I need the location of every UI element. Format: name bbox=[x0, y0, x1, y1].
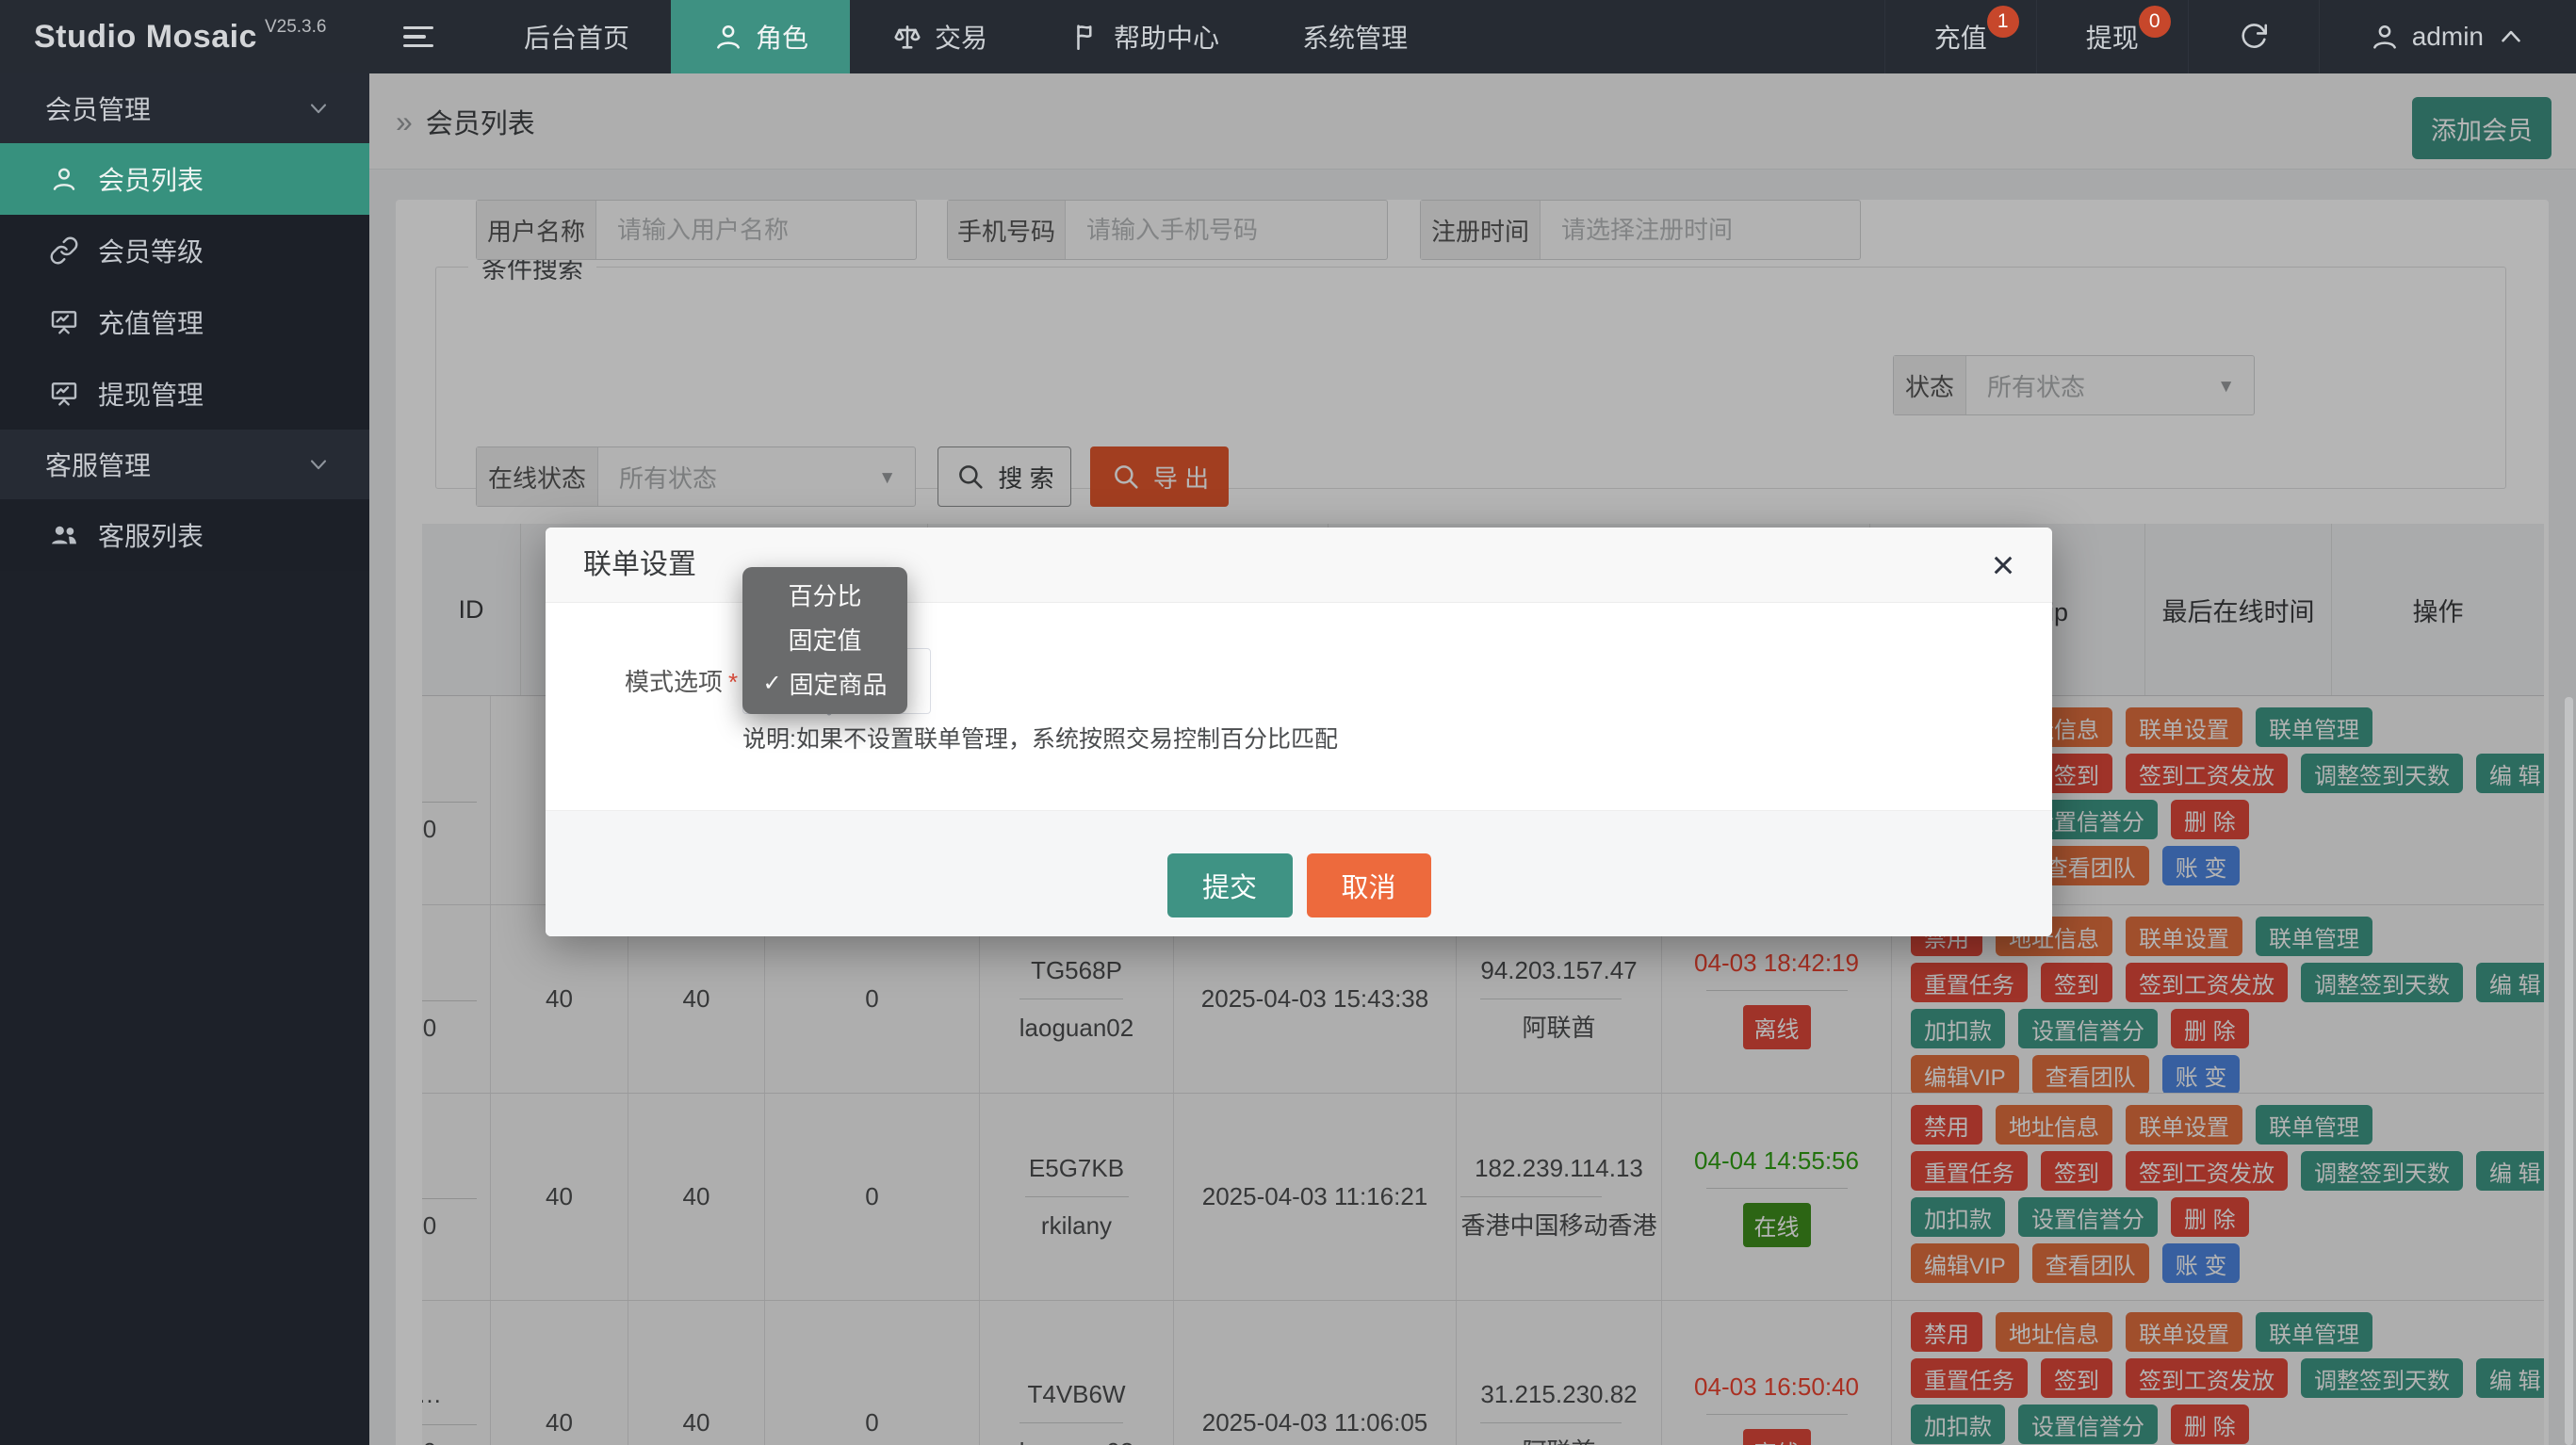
mode-option-label: 固定值 bbox=[788, 622, 861, 657]
sidebar-item-label: 会员等级 bbox=[98, 232, 204, 269]
sidebar-item-会员列表[interactable]: 会员列表 bbox=[0, 143, 369, 215]
nav-item-3[interactable]: 帮助中心 bbox=[1029, 0, 1261, 73]
withdraw-nav-item[interactable]: 提现 0 bbox=[2036, 0, 2188, 73]
withdraw-label: 提现 bbox=[2086, 18, 2139, 56]
user-icon bbox=[2369, 21, 2401, 53]
app-version: V25.3.6 bbox=[265, 17, 327, 38]
refresh-button[interactable] bbox=[2188, 0, 2319, 73]
top-nav-menu: 后台首页 角色 交易 帮助中心 系统管理 bbox=[482, 0, 1449, 73]
cancel-button[interactable]: 取消 bbox=[1307, 853, 1431, 917]
board-icon bbox=[49, 379, 79, 409]
chevron-down-icon bbox=[305, 451, 332, 478]
nav-item-label: 交易 bbox=[935, 18, 987, 56]
chevron-up-icon bbox=[2495, 21, 2527, 53]
vertical-scrollbar[interactable] bbox=[2565, 697, 2573, 1445]
nav-item-label: 后台首页 bbox=[524, 18, 629, 56]
scale-icon bbox=[891, 21, 923, 53]
nav-item-4[interactable]: 系统管理 bbox=[1261, 0, 1449, 73]
menu-toggle-icon[interactable] bbox=[403, 21, 441, 53]
user-icon bbox=[712, 21, 744, 53]
link-icon bbox=[49, 235, 79, 266]
top-nav-right: 充值 1 提现 0 admin bbox=[1884, 0, 2576, 73]
admin-user-menu[interactable]: admin bbox=[2319, 0, 2576, 73]
modal-body: 模式选项* 百分比固定值✓固定商品 说明:如果不设置联单管理，系统按照交易控制百… bbox=[546, 603, 2052, 810]
user-icon bbox=[49, 164, 79, 194]
sidebar-group-label: 会员管理 bbox=[45, 89, 305, 127]
sidebar-item-提现管理[interactable]: 提现管理 bbox=[0, 358, 369, 430]
mode-option-百分比[interactable]: 百分比 bbox=[742, 573, 907, 617]
flag-icon bbox=[1070, 21, 1102, 53]
modal-footer: 提交 取消 bbox=[546, 810, 2052, 936]
sidebar-item-客服列表[interactable]: 客服列表 bbox=[0, 499, 369, 571]
sidebar-item-label: 会员列表 bbox=[98, 160, 204, 198]
app-screen: Studio Mosaic V25.3.6 后台首页 角色 交易 帮助中心 系统管理 充… bbox=[0, 0, 2576, 1445]
recharge-badge: 1 bbox=[1987, 6, 2019, 38]
submit-button[interactable]: 提交 bbox=[1167, 853, 1293, 917]
nav-item-1[interactable]: 角色 bbox=[671, 0, 850, 73]
users-icon bbox=[49, 520, 79, 550]
app-name: Studio Mosaic bbox=[34, 19, 257, 56]
modal-note: 说明:如果不设置联单管理，系统按照交易控制百分比匹配 bbox=[742, 721, 1338, 755]
board-icon bbox=[49, 307, 79, 337]
mode-option-menu: 百分比固定值 ✓ 固定商品 bbox=[742, 567, 907, 714]
app-logo: Studio Mosaic V25.3.6 bbox=[34, 0, 326, 73]
mode-option-label: 百分比 bbox=[788, 577, 861, 612]
withdraw-badge: 0 bbox=[2139, 6, 2171, 38]
recharge-label: 充值 bbox=[1934, 18, 1987, 56]
sidebar-item-label: 提现管理 bbox=[98, 375, 204, 413]
sidebar-group-1[interactable]: 客服管理 bbox=[0, 430, 369, 499]
sidebar-item-label: 充值管理 bbox=[98, 303, 204, 341]
chevron-down-icon bbox=[305, 95, 332, 122]
check-icon: ✓ bbox=[762, 670, 781, 697]
nav-item-0[interactable]: 后台首页 bbox=[482, 0, 671, 73]
sidebar-item-会员等级[interactable]: 会员等级 bbox=[0, 215, 369, 286]
mode-option-固定商品[interactable]: ✓ 固定商品 bbox=[742, 661, 907, 706]
sidebar-group-label: 客服管理 bbox=[45, 446, 305, 483]
sidebar-group-0[interactable]: 会员管理 bbox=[0, 73, 369, 143]
nav-item-2[interactable]: 交易 bbox=[850, 0, 1029, 73]
mode-option-固定值[interactable]: 固定值 bbox=[742, 617, 907, 661]
mode-option-label: 模式选项* bbox=[625, 663, 738, 698]
sidebar: 会员管理会员列表会员等级充值管理提现管理客服管理客服列表 bbox=[0, 73, 369, 1445]
modal-title: 联单设置 bbox=[583, 528, 696, 603]
mode-option-label: 固定商品 bbox=[790, 666, 888, 701]
recharge-nav-item[interactable]: 充值 1 bbox=[1884, 0, 2036, 73]
close-icon[interactable]: × bbox=[1979, 541, 2028, 590]
nav-item-label: 系统管理 bbox=[1302, 18, 1408, 56]
refresh-icon bbox=[2238, 21, 2270, 53]
nav-item-label: 角色 bbox=[756, 18, 808, 56]
nav-item-label: 帮助中心 bbox=[1114, 18, 1219, 56]
admin-username: admin bbox=[2412, 22, 2484, 52]
sidebar-item-label: 客服列表 bbox=[98, 516, 204, 554]
link-order-settings-modal: 联单设置 × 模式选项* 百分比固定值 ✓ 固定商品 说明:如果不设置联单管理，系统… bbox=[546, 528, 2052, 936]
sidebar-item-充值管理[interactable]: 充值管理 bbox=[0, 286, 369, 358]
top-navbar: Studio Mosaic V25.3.6 后台首页 角色 交易 帮助中心 系统管理 充… bbox=[0, 0, 2576, 73]
